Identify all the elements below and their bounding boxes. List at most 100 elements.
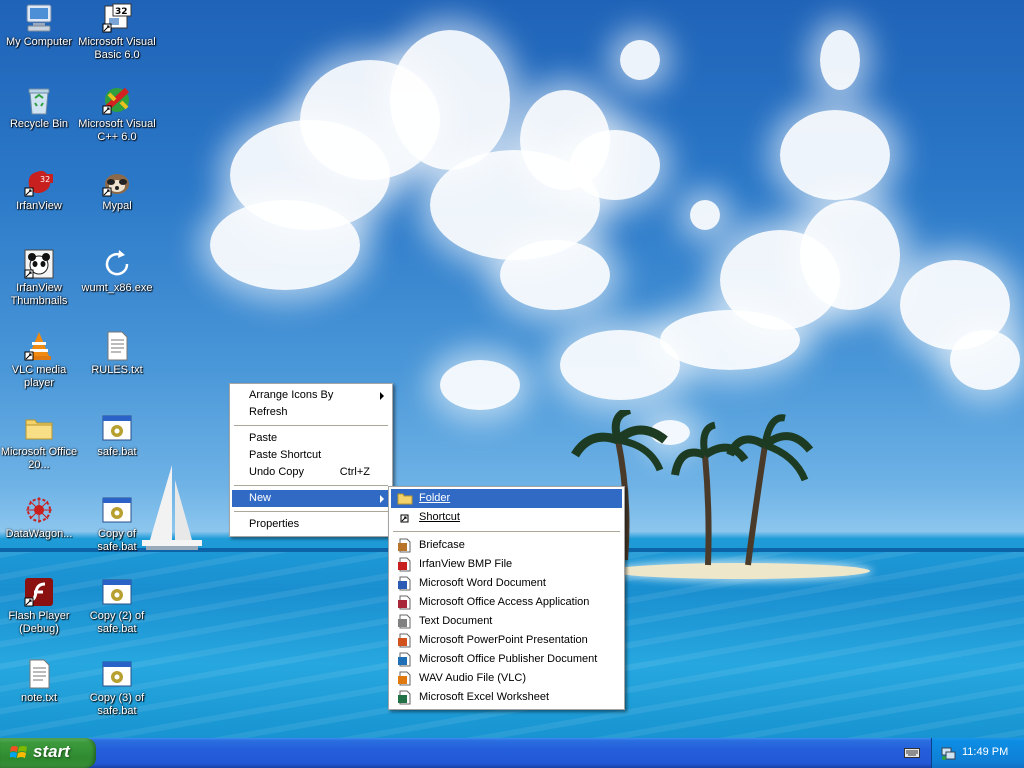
desktop-icon-recycle-bin[interactable]: Recycle Bin (0, 84, 78, 131)
desktop-icon-label: IrfanView (16, 200, 62, 212)
desktop-icon-rules-txt[interactable]: RULES.txt (78, 330, 156, 377)
irfanview-icon: 32 (23, 166, 55, 198)
desktop-icon-label: Microsoft Visual C++ 6.0 (78, 118, 156, 143)
text-file-icon (23, 658, 55, 690)
submenu-item-wav-audio-file-vlc[interactable]: WAV Audio File (VLC) (391, 669, 622, 688)
folder-icon (23, 412, 55, 444)
desktop-icon-safe-bat[interactable]: safe.bat (78, 412, 156, 459)
irfanview-bmp-icon (397, 557, 413, 572)
submenu-item-text-document[interactable]: Text Document (391, 612, 622, 631)
svg-text:32: 32 (115, 7, 128, 17)
desktop[interactable]: My Computer Recycle Bin 32 IrfanView Irf… (0, 0, 1024, 738)
desktop-icon-label: My Computer (5, 36, 73, 48)
powerpoint-icon (397, 633, 413, 648)
start-label: start (33, 742, 70, 761)
submenu-item-irfanview-bmp-file[interactable]: IrfanView BMP File (391, 555, 622, 574)
desktop-icon-datawagon[interactable]: DataWagon... (0, 494, 78, 541)
submenu-item-microsoft-excel-worksheet[interactable]: Microsoft Excel Worksheet (391, 688, 622, 707)
desktop-icon-my-computer[interactable]: My Computer (0, 2, 78, 49)
text-file-icon (101, 330, 133, 362)
menu-item-label: New (249, 492, 272, 504)
submenu-arrow-icon (380, 392, 384, 400)
menu-item-paste[interactable]: Paste (232, 430, 390, 447)
menu-item-undo-copy[interactable]: Undo Copy Ctrl+Z (232, 464, 390, 481)
desktop-icon-irfanview[interactable]: 32 IrfanView (0, 166, 78, 213)
taskbar-clock[interactable]: 11:49 PM (962, 746, 1008, 758)
keyboard-shortcut: Ctrl+Z (339, 466, 370, 478)
desktop-icon-visual-cpp[interactable]: Microsoft Visual C++ 6.0 (78, 84, 156, 144)
irfanview-thumbnails-icon (23, 248, 55, 280)
submenu-item-shortcut[interactable]: Shortcut (391, 508, 622, 527)
menu-separator (393, 531, 620, 532)
menu-item-paste-shortcut[interactable]: Paste Shortcut (232, 447, 390, 464)
svg-text:32: 32 (40, 175, 50, 184)
excel-icon (397, 690, 413, 705)
vlc-icon (23, 330, 55, 362)
taskbar: start 11:49 PM (0, 738, 1024, 768)
vb6-icon: 32 (101, 2, 133, 34)
keyboard-icon[interactable] (904, 747, 920, 759)
menu-item-label: Text Document (419, 615, 493, 627)
desktop-icon-label: Mypal (102, 200, 132, 212)
menu-item-label: WAV Audio File (VLC) (419, 672, 526, 684)
desktop-context-menu: Arrange Icons By Refresh Paste Paste Sho… (229, 383, 393, 537)
menu-separator (234, 485, 388, 486)
submenu-arrow-icon (380, 495, 384, 503)
menu-item-label: Microsoft Word Document (419, 577, 546, 589)
menu-item-properties[interactable]: Properties (232, 516, 390, 533)
submenu-item-folder[interactable]: Folder (391, 489, 622, 508)
desktop-icon-copy-of-safe-bat[interactable]: Copy of safe.bat (78, 494, 156, 554)
windows-logo-icon (9, 745, 28, 761)
menu-item-label: Briefcase (419, 539, 465, 551)
desktop-icon-label: Copy (3) of safe.bat (89, 692, 145, 717)
desktop-icon-label: VLC media player (11, 364, 67, 389)
desktop-icon-microsoft-office-folder[interactable]: Microsoft Office 20... (0, 412, 78, 472)
text-document-icon (397, 614, 413, 629)
submenu-item-microsoft-word-document[interactable]: Microsoft Word Document (391, 574, 622, 593)
submenu-item-microsoft-powerpoint-presentation[interactable]: Microsoft PowerPoint Presentation (391, 631, 622, 650)
menu-item-refresh[interactable]: Refresh (232, 404, 390, 421)
desktop-icon-label: IrfanView Thumbnails (10, 282, 68, 307)
desktop-icon-irfanview-thumbnails[interactable]: IrfanView Thumbnails (0, 248, 78, 308)
menu-item-label: Undo Copy (249, 466, 305, 478)
menu-item-label: Arrange Icons By (249, 389, 334, 401)
desktop-icon-note-txt[interactable]: note.txt (0, 658, 78, 705)
desktop-icon-vlc[interactable]: VLC media player (0, 330, 78, 390)
folder-icon (397, 491, 413, 506)
menu-item-label: Shortcut (419, 511, 460, 523)
flash-player-icon (23, 576, 55, 608)
menu-item-arrange-icons-by[interactable]: Arrange Icons By (232, 387, 390, 404)
menu-item-label: Paste (249, 432, 278, 444)
menu-item-label: Microsoft Office Access Application (419, 596, 590, 608)
submenu-item-briefcase[interactable]: Briefcase (391, 536, 622, 555)
desktop-icon-label: Microsoft Visual Basic 6.0 (78, 36, 156, 61)
menu-item-label: Microsoft Office Publisher Document (419, 653, 598, 665)
menu-item-label: IrfanView BMP File (419, 558, 513, 570)
menu-item-label: Microsoft Excel Worksheet (419, 691, 550, 703)
access-icon (397, 595, 413, 610)
menu-item-new[interactable]: New (232, 490, 390, 507)
desktop-icon-label: note.txt (20, 692, 58, 704)
desktop-icon-visual-basic[interactable]: 32 Microsoft Visual Basic 6.0 (78, 2, 156, 62)
desktop-icon-wumt[interactable]: wumt_x86.exe (78, 248, 156, 295)
publisher-icon (397, 652, 413, 667)
mypal-icon (101, 166, 133, 198)
desktop-icon-copy-2-of-safe-bat[interactable]: Copy (2) of safe.bat (78, 576, 156, 636)
menu-item-label: Paste Shortcut (249, 449, 322, 461)
network-icon[interactable] (940, 745, 956, 761)
menu-item-label: Refresh (249, 406, 288, 418)
vc6-icon (101, 84, 133, 116)
desktop-icon-label: RULES.txt (91, 364, 143, 376)
menu-item-label: Microsoft PowerPoint Presentation (419, 634, 588, 646)
desktop-icon-label: Flash Player (Debug) (8, 610, 70, 635)
start-button[interactable]: start (0, 738, 96, 768)
submenu-item-microsoft-office-publisher-document[interactable]: Microsoft Office Publisher Document (391, 650, 622, 669)
new-item-list: Briefcase IrfanView BMP File Microsoft Wor… (391, 536, 622, 707)
desktop-icon-mypal[interactable]: Mypal (78, 166, 156, 213)
desktop-icon-copy-3-of-safe-bat[interactable]: Copy (3) of safe.bat (78, 658, 156, 718)
shortcut-icon (397, 510, 413, 525)
submenu-item-microsoft-office-access-application[interactable]: Microsoft Office Access Application (391, 593, 622, 612)
desktop-icon-label: Microsoft Office 20... (0, 446, 78, 471)
menu-separator (234, 425, 388, 426)
desktop-icon-flash-player[interactable]: Flash Player (Debug) (0, 576, 78, 636)
